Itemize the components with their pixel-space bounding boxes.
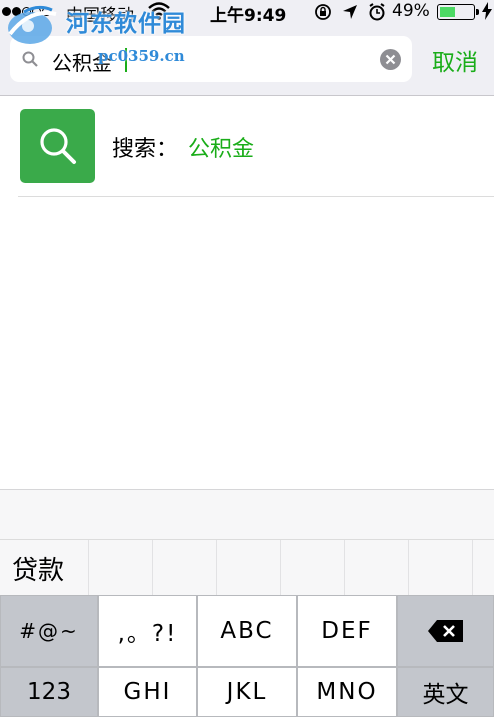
key-symbols[interactable]: #@~ bbox=[0, 595, 98, 667]
keyboard-keys: #@~ ,。?! ABC DEF 123 GHI JKL MNO 英文 bbox=[0, 595, 494, 717]
key-label: DEF bbox=[321, 618, 373, 644]
key-mno[interactable]: MNO bbox=[297, 667, 397, 717]
backspace-icon bbox=[427, 620, 463, 642]
clear-search-button[interactable] bbox=[380, 49, 401, 70]
header-divider bbox=[0, 95, 494, 96]
key-label: ABC bbox=[220, 618, 274, 644]
key-english-switch[interactable]: 英文 bbox=[397, 667, 494, 717]
battery-cap bbox=[476, 9, 479, 15]
battery-icon bbox=[437, 4, 475, 20]
watermark: 河东软件园 bbox=[0, 0, 210, 48]
location-arrow-icon bbox=[343, 5, 357, 19]
key-jkl[interactable]: JKL bbox=[197, 667, 297, 717]
candidate-item bbox=[280, 540, 344, 596]
key-label: MNO bbox=[316, 679, 378, 705]
keyboard-top-strip bbox=[0, 489, 494, 540]
key-label: JKL bbox=[226, 679, 268, 705]
candidate-word: 贷款 bbox=[12, 556, 65, 586]
key-label: ,。?! bbox=[117, 621, 178, 647]
key-label: 英文 bbox=[422, 682, 469, 708]
search-icon bbox=[22, 51, 38, 67]
key-label: #@~ bbox=[19, 619, 79, 643]
result-divider bbox=[18, 196, 494, 197]
watermark-title: 河东软件园 bbox=[66, 10, 186, 37]
candidate-item bbox=[88, 540, 152, 596]
close-icon bbox=[385, 54, 396, 65]
search-header: 中国移动 上午9:49 49% 公积金 取消 河东软件园 pc0359.cn bbox=[0, 0, 494, 96]
key-def[interactable]: DEF bbox=[297, 595, 397, 667]
candidate-bar: 贷款 bbox=[0, 539, 494, 596]
candidate-item[interactable]: 贷款 bbox=[0, 540, 88, 596]
candidate-item bbox=[216, 540, 280, 596]
battery-percent: 49% bbox=[392, 1, 430, 21]
key-numbers[interactable]: 123 bbox=[0, 667, 98, 717]
watermark-url: pc0359.cn bbox=[98, 47, 185, 65]
search-icon bbox=[40, 128, 76, 164]
charging-icon bbox=[482, 2, 492, 20]
battery-fill bbox=[440, 7, 455, 17]
candidate-item bbox=[472, 540, 494, 596]
key-abc[interactable]: ABC bbox=[197, 595, 297, 667]
watermark-logo-icon bbox=[8, 5, 57, 44]
alarm-icon bbox=[369, 3, 385, 21]
result-keyword: 公积金 bbox=[188, 137, 255, 162]
status-time: 上午9:49 bbox=[210, 6, 287, 26]
key-label: 123 bbox=[27, 679, 71, 705]
cancel-button[interactable]: 取消 bbox=[432, 43, 478, 77]
candidate-item bbox=[408, 540, 472, 596]
key-ghi[interactable]: GHI bbox=[98, 667, 197, 717]
rotation-lock-icon bbox=[315, 4, 331, 20]
key-label: GHI bbox=[123, 679, 172, 705]
candidate-item bbox=[344, 540, 408, 596]
candidate-item bbox=[152, 540, 216, 596]
backspace-key[interactable] bbox=[397, 595, 494, 667]
key-punctuation[interactable]: ,。?! bbox=[98, 595, 197, 667]
result-label-prefix: 搜索： bbox=[112, 137, 179, 162]
result-search-tile bbox=[20, 109, 95, 183]
